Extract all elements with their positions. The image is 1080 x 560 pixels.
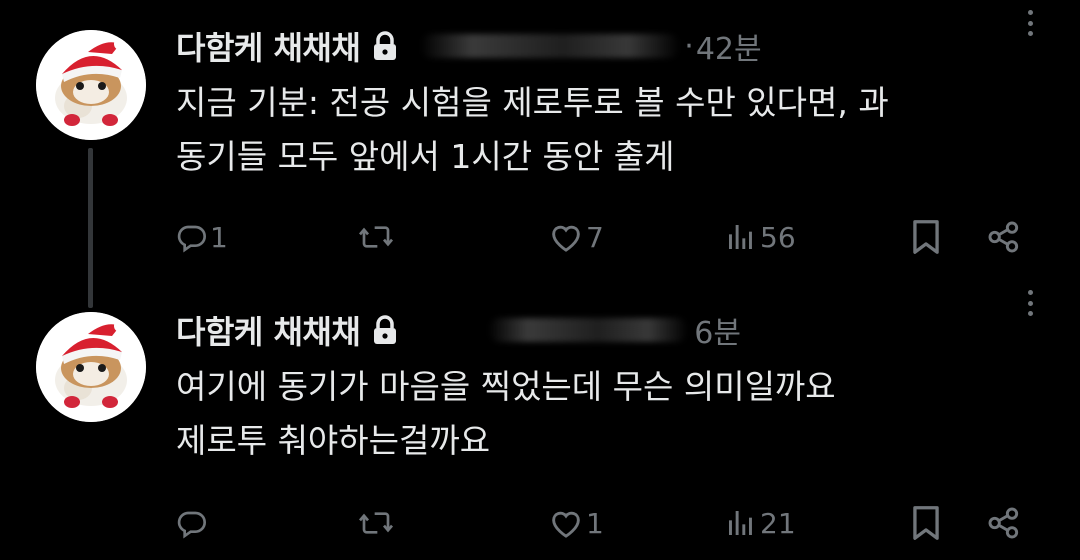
tweet-text-line: 여기에 동기가 마음을 찍었는데 무슨 의미일까요 xyxy=(176,367,836,406)
timestamp[interactable]: 6분 xyxy=(694,308,741,352)
bookmark-icon xyxy=(913,506,939,540)
action-bar: 1 7 56 xyxy=(0,212,1080,262)
tweet[interactable]: 다함케 채채채 6분 여기에 동기가 마음을 찍었는데 무슨 의미일까요 제로투… xyxy=(0,280,1080,560)
retweet-button[interactable] xyxy=(358,498,396,548)
views-button[interactable]: 21 xyxy=(724,498,796,548)
reply-icon xyxy=(177,511,206,539)
retweet-button[interactable] xyxy=(358,212,396,262)
avatar-image xyxy=(36,312,146,422)
reply-icon xyxy=(177,225,206,253)
action-bar: 1 21 xyxy=(0,498,1080,548)
time-separator: · xyxy=(684,28,694,64)
view-count: 21 xyxy=(760,506,796,540)
share-icon xyxy=(988,507,1019,539)
heart-icon xyxy=(552,511,580,538)
views-button[interactable]: 56 xyxy=(724,212,796,262)
timestamp[interactable]: 42분 xyxy=(696,24,762,68)
views-icon xyxy=(729,225,752,249)
tweet-text: 지금 기분: 전공 시험을 제로투로 볼 수만 있다면, 과 동기들 모두 앞에… xyxy=(176,76,1036,184)
bookmark-icon xyxy=(913,220,939,254)
share-button[interactable] xyxy=(986,498,1022,548)
tweet-text-line: 지금 기분: 전공 시험을 제로투로 볼 수만 있다면, 과 xyxy=(176,83,889,122)
display-name[interactable]: 다함케 채채채 xyxy=(176,23,361,69)
avatar-image xyxy=(36,30,146,140)
display-name[interactable]: 다함케 채채채 xyxy=(176,307,361,353)
like-button[interactable]: 7 xyxy=(548,212,604,262)
reply-button[interactable]: 1 xyxy=(176,212,228,262)
bookmark-button[interactable] xyxy=(910,212,942,262)
tweet[interactable]: 다함케 채채채 · 42분 지금 기분: 전공 시험을 제로투로 볼 수만 있다… xyxy=(0,0,1080,280)
share-button[interactable] xyxy=(986,212,1022,262)
lock-icon xyxy=(372,315,398,345)
tweet-header: 다함케 채채채 · 42분 xyxy=(176,23,1036,69)
share-icon xyxy=(988,221,1019,253)
blurred-handle xyxy=(488,318,689,342)
bookmark-button[interactable] xyxy=(910,498,942,548)
like-count: 1 xyxy=(586,506,604,540)
more-icon[interactable] xyxy=(1026,10,1034,36)
like-count: 7 xyxy=(586,220,604,254)
avatar[interactable] xyxy=(36,312,146,422)
blurred-handle xyxy=(420,34,681,58)
reply-button[interactable] xyxy=(176,498,210,548)
like-button[interactable]: 1 xyxy=(548,498,604,548)
view-count: 56 xyxy=(760,220,796,254)
lock-icon xyxy=(372,31,398,61)
reply-count: 1 xyxy=(210,220,228,254)
views-icon xyxy=(729,511,752,535)
retweet-icon xyxy=(358,226,394,248)
tweet-text-line: 동기들 모두 앞에서 1시간 동안 출게 xyxy=(176,137,675,176)
heart-icon xyxy=(552,225,580,252)
retweet-icon xyxy=(358,512,394,534)
more-icon[interactable] xyxy=(1026,290,1034,316)
tweet-text: 여기에 동기가 마음을 찍었는데 무슨 의미일까요 제로투 춰야하는걸까요 xyxy=(176,360,1036,468)
avatar[interactable] xyxy=(36,30,146,140)
tweet-header: 다함케 채채채 6분 xyxy=(176,307,1036,353)
tweet-text-line: 제로투 춰야하는걸까요 xyxy=(176,421,491,460)
